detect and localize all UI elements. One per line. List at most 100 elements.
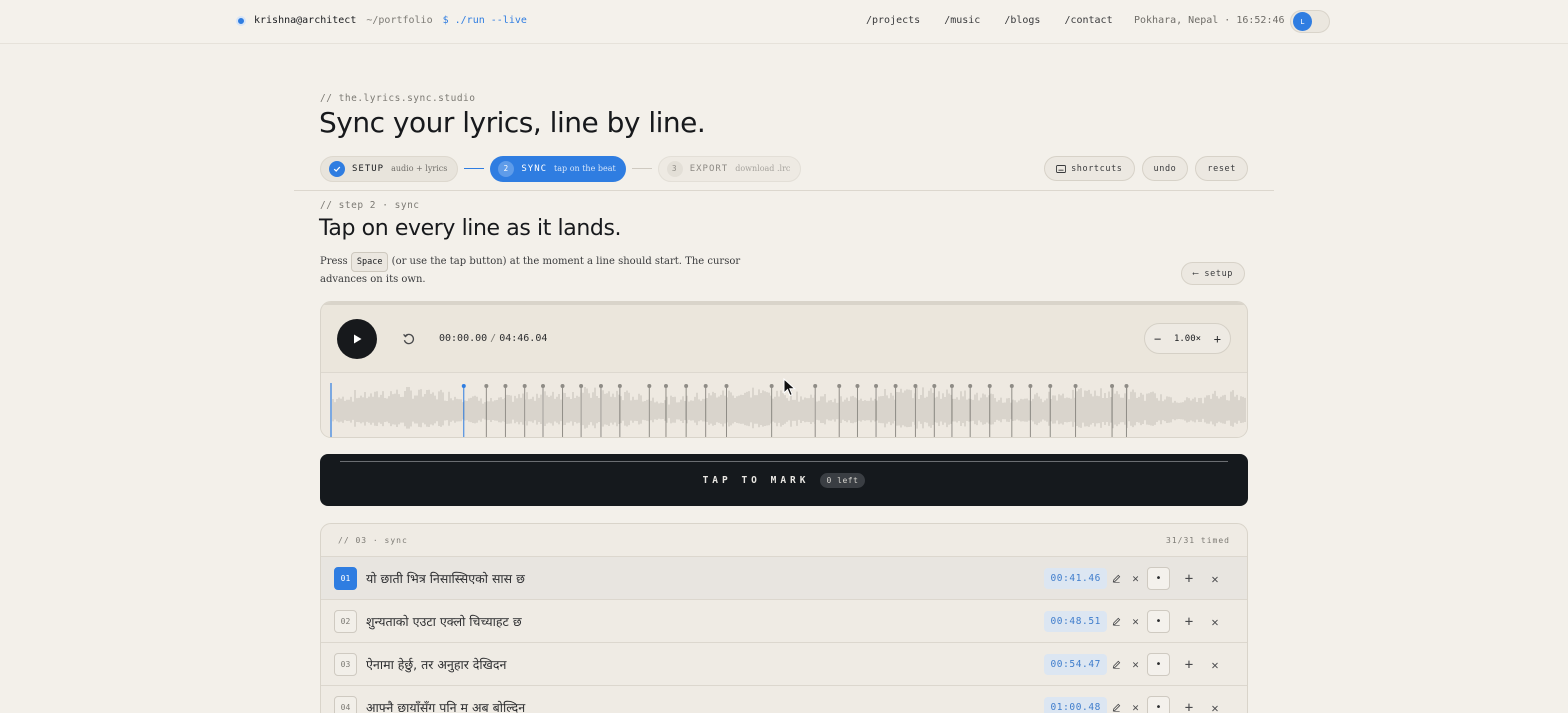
clear-time-icon[interactable]: ✕ <box>1126 611 1145 632</box>
sync-marker-dot[interactable] <box>949 384 954 388</box>
step-description: Press Space (or use the tap button) at t… <box>320 252 780 288</box>
clear-time-icon[interactable]: ✕ <box>1126 568 1145 589</box>
sync-marker-dot[interactable] <box>598 384 603 388</box>
mark-here-button[interactable]: • <box>1147 567 1170 590</box>
speed-value: 1.00× <box>1173 333 1202 344</box>
lyrics-list: // 03 · sync 31/31 timed 01 यो छाती भित्र… <box>320 523 1248 713</box>
insert-line-icon[interactable]: + <box>1176 657 1202 673</box>
sync-marker-dot[interactable] <box>855 384 860 388</box>
nav-blogs[interactable]: /blogs <box>1004 15 1040 26</box>
sync-marker-dot[interactable] <box>874 384 879 388</box>
mark-here-button[interactable]: • <box>1147 653 1170 676</box>
timestamp[interactable]: 01:00.48 <box>1044 697 1107 713</box>
sync-marker-dot[interactable] <box>647 384 652 388</box>
sync-marker-dot[interactable] <box>540 384 545 388</box>
speed-decrease-button[interactable]: − <box>1154 332 1161 346</box>
edit-icon[interactable] <box>1107 611 1126 632</box>
brand[interactable]: krishna@architect ~/portfolio $ ./run --… <box>236 15 527 26</box>
clear-time-icon[interactable]: ✕ <box>1126 654 1145 675</box>
sync-marker-dot[interactable] <box>522 384 527 388</box>
delete-line-icon[interactable]: ✕ <box>1202 658 1228 672</box>
sync-marker-dot[interactable] <box>813 384 818 388</box>
shortcuts-button[interactable]: shortcuts <box>1044 156 1135 181</box>
page-title: Sync your lyrics, line by line. <box>319 106 706 139</box>
lyric-row[interactable]: 04 आफ्नै छायाँसँग पनि म अब बोल्दिन 01:00.4… <box>321 686 1247 713</box>
lyric-text: ऐनामा हेर्छु, तर अनुहार देखिदन <box>366 656 507 672</box>
time-separator: / <box>490 333 497 344</box>
play-icon <box>354 334 362 344</box>
nav-music[interactable]: /music <box>944 15 980 26</box>
sync-marker-dot[interactable] <box>724 384 729 388</box>
edit-icon[interactable] <box>1107 697 1126 713</box>
sync-marker-dot[interactable] <box>617 384 622 388</box>
sync-marker-dot[interactable] <box>484 384 489 388</box>
timed-count: 31/31 timed <box>1166 535 1230 545</box>
step-export[interactable]: 3 EXPORT download .lrc <box>657 155 802 182</box>
sync-marker-dot[interactable] <box>1110 384 1115 388</box>
sync-marker-dot[interactable] <box>1048 384 1053 388</box>
sync-marker-dot[interactable] <box>1073 384 1078 388</box>
row-tools: 00:54.47 ✕ • + ✕ <box>1044 653 1228 676</box>
sync-marker-dot[interactable] <box>461 384 466 388</box>
sync-marker-dot[interactable] <box>913 384 918 388</box>
edit-icon[interactable] <box>1107 654 1126 675</box>
check-icon <box>329 160 345 177</box>
mouse-cursor-icon <box>783 378 797 397</box>
sync-marker-dot[interactable] <box>769 384 774 388</box>
lyrics-rows: 01 यो छाती भित्र निसास्सिएको सास छ 00:41.4… <box>321 557 1247 713</box>
mark-here-button[interactable]: • <box>1147 696 1170 713</box>
step-export-num: 3 <box>666 160 683 177</box>
sync-marker-dot[interactable] <box>579 384 584 388</box>
row-tools: 00:48.51 ✕ • + ✕ <box>1044 610 1228 633</box>
speed-increase-button[interactable]: + <box>1214 332 1221 346</box>
duration: 04:46.04 <box>499 333 548 344</box>
sync-marker-dot[interactable] <box>893 384 898 388</box>
timestamp[interactable]: 00:54.47 <box>1044 654 1107 675</box>
theme-toggle[interactable]: L <box>1290 10 1330 33</box>
tap-to-mark-button[interactable]: TAP TO MARK 0 left <box>320 454 1248 506</box>
sync-marker-dot[interactable] <box>560 384 565 388</box>
lyric-text: आफ्नै छायाँसँग पनि म अब बोल्दिन <box>366 699 526 713</box>
sync-marker-dot[interactable] <box>1124 384 1129 388</box>
sync-marker-dot[interactable] <box>1028 384 1033 388</box>
timestamp[interactable]: 00:48.51 <box>1044 611 1107 632</box>
clear-time-icon[interactable]: ✕ <box>1126 697 1145 713</box>
sync-marker-dot[interactable] <box>1009 384 1014 388</box>
delete-line-icon[interactable]: ✕ <box>1202 615 1228 629</box>
undo-button[interactable]: undo <box>1141 156 1189 181</box>
sync-marker-dot[interactable] <box>503 384 508 388</box>
step-connector <box>464 168 485 169</box>
step-sync[interactable]: 2 SYNC tap on the beat <box>490 155 626 182</box>
insert-line-icon[interactable]: + <box>1176 571 1202 587</box>
mark-here-button[interactable]: • <box>1147 610 1170 633</box>
play-button[interactable] <box>337 319 377 359</box>
step-setup[interactable]: SETUP audio + lyrics <box>320 155 459 182</box>
audio-player: 00:00.00/04:46.04 − 1.00× + <box>320 301 1248 438</box>
nav-contact[interactable]: /contact <box>1064 15 1112 26</box>
lyric-row[interactable]: 01 यो छाती भित्र निसास्सिएको सास छ 00:41.4… <box>321 557 1247 600</box>
row-tools: 01:00.48 ✕ • + ✕ <box>1044 696 1228 713</box>
step-crumb: // step 2 · sync <box>320 200 420 211</box>
sync-marker-dot[interactable] <box>663 384 668 388</box>
sync-marker-dot[interactable] <box>684 384 689 388</box>
sync-marker-dot[interactable] <box>837 384 842 388</box>
back-to-setup-button[interactable]: ⟵ setup <box>1181 262 1246 285</box>
step-export-sub: download .lrc <box>735 164 791 173</box>
delete-line-icon[interactable]: ✕ <box>1202 572 1228 586</box>
lyric-row[interactable]: 03 ऐनामा हेर्छु, तर अनुहार देखिदन 00:54.47… <box>321 643 1247 686</box>
insert-line-icon[interactable]: + <box>1176 700 1202 713</box>
reset-button[interactable]: reset <box>1195 156 1248 181</box>
timestamp[interactable]: 00:41.46 <box>1044 568 1107 589</box>
replay-icon[interactable] <box>401 331 417 347</box>
edit-icon[interactable] <box>1107 568 1126 589</box>
step-sync-sub: tap on the beat <box>554 164 616 173</box>
insert-line-icon[interactable]: + <box>1176 614 1202 630</box>
nav-projects[interactable]: /projects <box>866 15 920 26</box>
delete-line-icon[interactable]: ✕ <box>1202 701 1228 713</box>
sync-marker-dot[interactable] <box>703 384 708 388</box>
lyric-row[interactable]: 02 शुन्यताको एउटा एक्लो चिच्याहट छ 00:48.5… <box>321 600 1247 643</box>
sync-marker-dot[interactable] <box>968 384 973 388</box>
sync-marker-dot[interactable] <box>932 384 937 388</box>
top-bar: krishna@architect ~/portfolio $ ./run --… <box>0 0 1568 44</box>
sync-marker-dot[interactable] <box>987 384 992 388</box>
